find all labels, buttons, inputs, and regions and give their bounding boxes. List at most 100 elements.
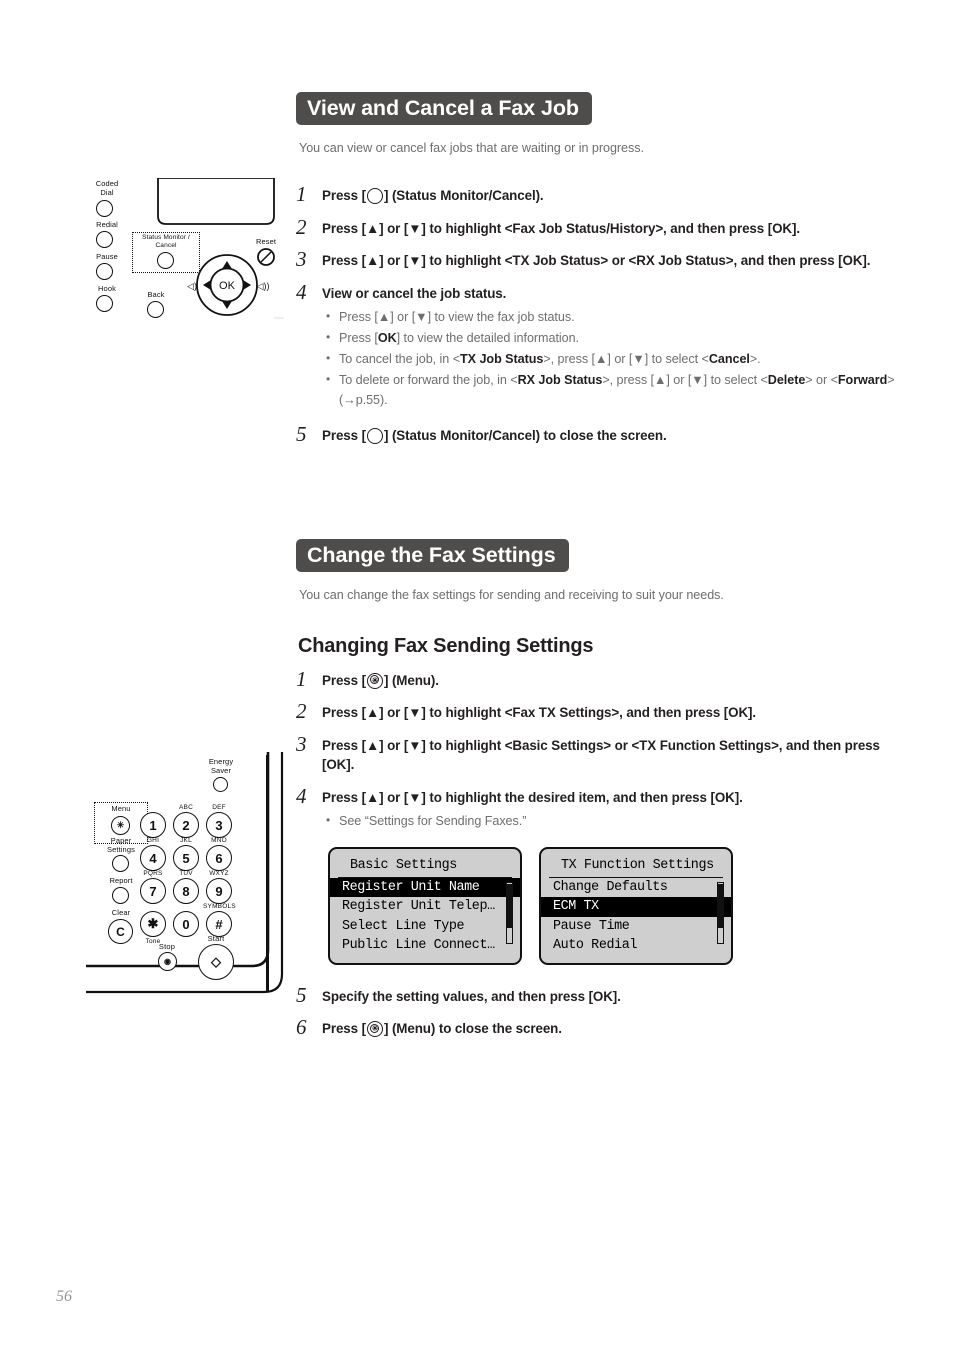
step-text-before: Press [ <box>322 1021 366 1037</box>
status-monitor-ring-icon <box>366 188 383 204</box>
step-item: 4 View or cancel the job status. Press [… <box>296 279 896 411</box>
step-item: 3 Press [▲] or [▼] to highlight <TX Job … <box>296 249 896 271</box>
back-button[interactable] <box>147 301 164 318</box>
list-item: See “Settings for Sending Faxes.” <box>322 810 896 831</box>
lcd-scrollbar[interactable] <box>717 882 724 944</box>
step-item: 1 Press [] (Menu). <box>296 668 896 691</box>
lcd-menu-item[interactable]: Public Line Connect… <box>330 936 520 956</box>
status-monitor-label: Status Monitor / Cancel <box>142 234 190 249</box>
list-item: To cancel the job, in <TX Job Status>, p… <box>322 348 896 369</box>
pause-label: Pause <box>96 252 118 261</box>
lcd-menu-list: Register Unit Name Register Unit Telep… … <box>330 877 520 956</box>
keypad-key-6[interactable]: 6 <box>206 845 232 871</box>
key-letters-hash: SYMBOLS <box>203 903 236 910</box>
step-text: Press [▲] or [▼] to highlight the desire… <box>322 789 743 805</box>
keypad-key-9[interactable]: 9 <box>206 878 232 904</box>
redial-button[interactable] <box>96 231 113 248</box>
step-item: 3 Press [▲] or [▼] to highlight <Basic S… <box>296 731 896 775</box>
main-content: View and Cancel a Fax Job You can view o… <box>296 0 896 1039</box>
step-text-after: ] (Status Monitor/Cancel). <box>383 188 544 203</box>
step-item: 5 Specify the setting values, and then p… <box>296 982 896 1007</box>
menu-button[interactable]: ✳ <box>111 816 130 835</box>
step-text: Press [▲] or [▼] to highlight <TX Job St… <box>322 253 871 268</box>
lcd-screens: Basic Settings Register Unit Name Regist… <box>328 847 896 965</box>
lcd-menu-list: Change Defaults ECM TX Pause Time Auto R… <box>541 878 731 956</box>
step-text-before: Press [ <box>322 428 366 443</box>
step-text: Press [] (Menu) to close the screen. <box>322 1017 896 1039</box>
keypad-key-asterisk[interactable]: ✱ <box>140 911 166 937</box>
keypad-key-3[interactable]: 3 <box>206 812 232 838</box>
start-button[interactable]: ◇ <box>198 944 234 980</box>
step-item: 4 Press [▲] or [▼] to highlight the desi… <box>296 785 896 832</box>
keypad-key-5[interactable]: 5 <box>173 845 199 871</box>
step-text: Press [▲] or [▼] to highlight <Fax Job S… <box>322 220 800 236</box>
step-number: 4 <box>296 279 307 304</box>
section-intro: You can view or cancel fax jobs that are… <box>299 141 644 155</box>
lcd-menu-item[interactable]: Auto Redial <box>541 936 731 956</box>
key-letters-6: MNO <box>211 837 227 844</box>
lcd-title: Basic Settings <box>338 856 512 878</box>
report-button[interactable] <box>112 887 129 904</box>
page-number: 56 <box>56 1288 72 1305</box>
svg-text:◁): ◁) <box>187 281 197 291</box>
pause-button[interactable] <box>96 263 113 280</box>
start-label: Start <box>207 934 225 943</box>
list-item: Press [OK] to view the detailed informat… <box>322 327 896 348</box>
step-number: 3 <box>296 731 307 756</box>
lcd-scrollbar-thumb[interactable] <box>507 884 512 928</box>
step-text: View or cancel the job status. <box>322 285 507 301</box>
lcd-scrollbar[interactable] <box>506 882 513 944</box>
hook-label: Hook <box>98 284 116 293</box>
lcd-menu-item[interactable]: Change Defaults <box>541 878 731 898</box>
lcd-scrollbar-thumb[interactable] <box>718 884 723 928</box>
keypad-key-2[interactable]: 2 <box>173 812 199 838</box>
section-intro: You can change the fax settings for send… <box>299 587 724 602</box>
lcd-menu-item[interactable]: Register Unit Name <box>330 877 520 898</box>
step-bullet-list: Press [▲] or [▼] to view the fax job sta… <box>322 306 896 410</box>
illustration-column: OK ◁) ◁)) Coded Dial Redial Pause Hook S… <box>0 0 296 1350</box>
status-monitor-button[interactable] <box>157 252 174 269</box>
coded-dial-label: Coded Dial <box>95 179 119 197</box>
step-number: 3 <box>296 247 307 271</box>
step-item: 2 Press [▲] or [▼] to highlight <Fax Job… <box>296 214 896 239</box>
hook-button[interactable] <box>96 295 113 312</box>
section-title: View and Cancel a Fax Job <box>296 92 592 125</box>
svg-text:◁)): ◁)) <box>257 281 270 291</box>
lcd-menu-item[interactable]: ECM TX <box>541 897 731 917</box>
stop-button[interactable]: ◉ <box>158 952 177 971</box>
keypad-key-4[interactable]: 4 <box>140 845 166 871</box>
stop-label: Stop <box>158 942 176 951</box>
step-number: 2 <box>296 214 307 239</box>
list-item: Press [▲] or [▼] to view the fax job sta… <box>322 306 896 327</box>
lcd-menu-item[interactable]: Select Line Type <box>330 917 520 937</box>
step-number: 2 <box>296 699 307 723</box>
coded-dial-button[interactable] <box>96 200 113 217</box>
control-panel-status-monitor-illustration: OK ◁) ◁)) Coded Dial Redial Pause Hook S… <box>88 177 288 330</box>
key-letters-4: GHI <box>146 837 160 844</box>
section-header-view-cancel-fax-job: View and Cancel a Fax Job <box>296 92 896 125</box>
key-letters-5: JKL <box>180 837 192 844</box>
keypad-key-8[interactable]: 8 <box>173 878 199 904</box>
energy-saver-label: Energy Saver <box>208 757 234 775</box>
step-number: 5 <box>296 982 307 1007</box>
step-text: Press [] (Menu). <box>322 669 896 691</box>
step-item: 1 Press [] (Status Monitor/Cancel). <box>296 184 896 206</box>
lcd-screen-tx-function-settings: TX Function Settings Change Defaults ECM… <box>539 847 733 965</box>
key-letters-2: ABC <box>179 804 193 811</box>
keypad-key-7[interactable]: 7 <box>140 878 166 904</box>
step-text-before: Press [ <box>322 672 366 688</box>
lcd-menu-item[interactable]: Register Unit Telep… <box>330 897 520 917</box>
energy-saver-button[interactable] <box>213 777 228 792</box>
key-letters-7: PQRS <box>143 870 163 877</box>
paper-settings-button[interactable] <box>112 855 129 872</box>
step-text: Press [▲] or [▼] to highlight <Fax TX Se… <box>322 705 757 720</box>
key-letters-8: TUV <box>179 870 193 877</box>
lcd-menu-item[interactable]: Pause Time <box>541 917 731 937</box>
step-text-group: View or cancel the job status. Press [▲]… <box>322 282 896 411</box>
keypad-key-1[interactable]: 1 <box>140 812 166 838</box>
step-item: 2 Press [▲] or [▼] to highlight <Fax TX … <box>296 701 896 723</box>
clear-key[interactable]: C <box>108 919 133 944</box>
subsection-title: Changing Fax Sending Settings <box>298 634 594 657</box>
step-number: 5 <box>296 422 307 446</box>
step-text: Press [▲] or [▼] to highlight <Basic Set… <box>322 737 880 773</box>
